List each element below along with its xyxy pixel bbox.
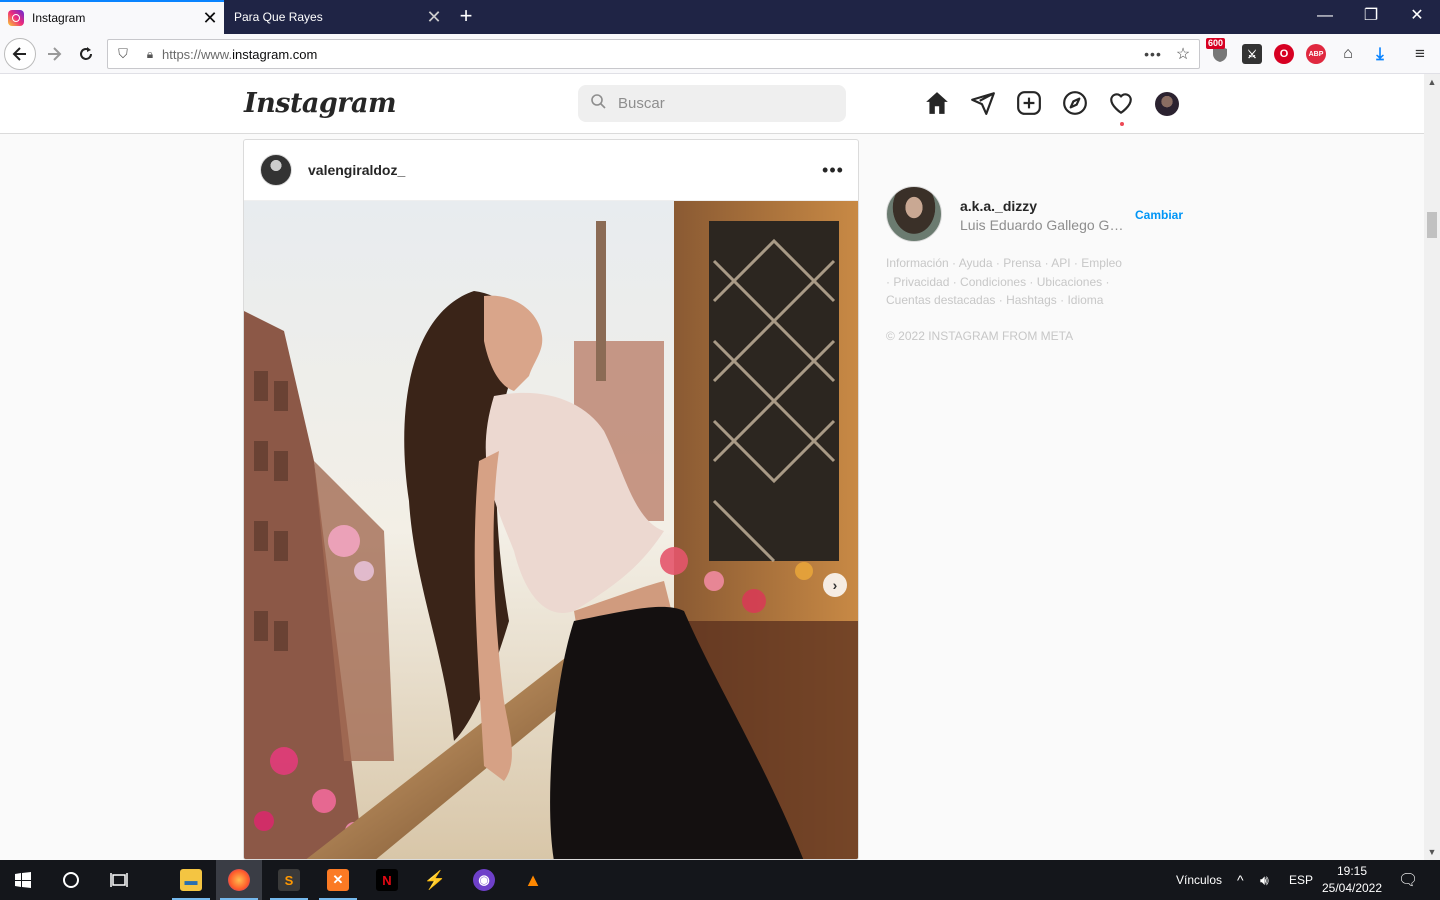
tab-instagram[interactable]: Instagram ✕ <box>0 0 224 34</box>
footer-link-help[interactable]: Ayuda <box>959 256 993 270</box>
close-tab-icon[interactable]: ✕ <box>420 8 448 26</box>
footer-link-press[interactable]: Prensa <box>1003 256 1041 270</box>
search-box[interactable] <box>578 85 846 122</box>
notification-dot <box>1120 122 1124 126</box>
new-tab-icon[interactable]: + <box>452 4 480 30</box>
post-username[interactable]: valengiraldoz_ <box>308 162 808 178</box>
close-tab-icon[interactable]: ✕ <box>196 9 224 27</box>
instagram-favicon-icon <box>8 10 24 26</box>
current-full-name: Luis Eduardo Gallego Garcia <box>960 217 1128 233</box>
page-scrollbar[interactable]: ▲ ▼ <box>1424 74 1440 860</box>
xampp-icon[interactable]: ✕ <box>315 860 361 900</box>
scroll-down-icon[interactable]: ▼ <box>1424 844 1440 860</box>
power-tool-icon[interactable]: ⚡ <box>412 860 458 900</box>
home-icon[interactable] <box>924 90 952 118</box>
url-text[interactable]: https://www.instagram.com <box>162 47 1139 62</box>
address-bar[interactable]: ⛉ 🔒︎ https://www.instagram.com ••• ☆ <box>107 39 1200 69</box>
sublime-text-icon[interactable]: S <box>266 860 312 900</box>
feed-post: valengiraldoz_ ••• › <box>243 139 859 860</box>
copyright-text: © 2022 INSTAGRAM FROM META <box>886 329 1074 343</box>
extension-badge: 600 <box>1206 38 1226 49</box>
vlc-icon[interactable]: ▲ <box>510 860 556 900</box>
instagram-logo[interactable]: Instagram <box>244 88 397 119</box>
footer-link-locations[interactable]: Ubicaciones <box>1037 275 1102 289</box>
footer-link-api[interactable]: API <box>1051 256 1070 270</box>
tab-title: Instagram <box>32 11 86 25</box>
cortana-search-icon[interactable] <box>48 860 94 900</box>
page-actions-icon[interactable]: ••• <box>1139 46 1167 62</box>
search-input[interactable] <box>618 95 818 112</box>
netflix-icon[interactable]: N <box>364 860 410 900</box>
extension-ublock-icon[interactable]: O <box>1274 44 1294 64</box>
footer-link-top-accounts[interactable]: Cuentas destacadas <box>886 293 995 307</box>
home-browser-icon[interactable]: ⌂ <box>1338 44 1358 64</box>
footer-link-privacy[interactable]: Privacidad <box>893 275 949 289</box>
close-window-icon[interactable]: ✕ <box>1394 0 1440 34</box>
adblock-plus-icon[interactable]: ABP <box>1306 44 1326 64</box>
switch-account-button[interactable]: Cambiar <box>1135 208 1183 222</box>
footer-link-terms[interactable]: Condiciones <box>960 275 1026 289</box>
windows-taskbar: ▬ S ✕ N ⚡ ◉ ▲ Vínculos ^ 🔊︎ ESP 19:15 25… <box>0 860 1440 900</box>
instagram-header: Instagram <box>0 74 1424 134</box>
current-user-avatar[interactable] <box>886 186 942 242</box>
activity-heart-icon[interactable] <box>1108 90 1136 126</box>
tab-para-que-rayes[interactable]: Para Que Rayes ✕ <box>226 0 448 34</box>
restore-window-icon[interactable]: ❐ <box>1348 0 1394 34</box>
footer-links: Información · Ayuda · Prensa · API · Emp… <box>886 256 1122 307</box>
search-icon <box>578 93 618 114</box>
language-indicator[interactable]: ESP <box>1289 860 1313 900</box>
clock[interactable]: 19:15 25/04/2022 <box>1318 863 1386 897</box>
tracking-shield-icon[interactable]: ⛉ <box>108 46 138 62</box>
extension-blocker-icon[interactable]: 600 <box>1206 38 1230 64</box>
footer-link-hashtags[interactable]: Hashtags <box>1006 293 1057 307</box>
menu-hamburger-icon[interactable]: ≡ <box>1410 44 1430 64</box>
windows-start-icon[interactable] <box>0 860 46 900</box>
scroll-thumb[interactable] <box>1427 212 1437 238</box>
footer-link-jobs[interactable]: Empleo <box>1081 256 1122 270</box>
bookmark-star-icon[interactable]: ☆ <box>1167 44 1199 64</box>
reload-icon[interactable] <box>70 38 102 70</box>
post-header: valengiraldoz_ ••• <box>244 140 858 201</box>
browser-tab-bar: Instagram ✕ Para Que Rayes ✕ + — ❐ ✕ <box>0 0 1440 34</box>
tab-title: Para Que Rayes <box>234 10 323 24</box>
direct-icon[interactable] <box>970 90 998 118</box>
action-center-icon[interactable]: 🗨︎ <box>1398 860 1418 900</box>
new-post-icon[interactable] <box>1016 90 1044 118</box>
file-explorer-icon[interactable]: ▬ <box>168 860 214 900</box>
browser-nav-bar: ⛉ 🔒︎ https://www.instagram.com ••• ☆ 600… <box>0 34 1440 74</box>
explore-icon[interactable] <box>1062 90 1090 118</box>
footer-link-language[interactable]: Idioma <box>1067 293 1103 307</box>
clock-date: 25/04/2022 <box>1321 881 1383 895</box>
back-arrow-icon[interactable] <box>4 38 36 70</box>
downloads-icon[interactable]: ⤓ <box>1370 44 1390 64</box>
extension-dark-icon[interactable]: ⚔ <box>1242 44 1262 64</box>
post-photo-image <box>244 201 858 859</box>
more-options-icon[interactable]: ••• <box>808 160 858 181</box>
post-author-avatar[interactable] <box>260 154 292 186</box>
links-toolbar-label[interactable]: Vínculos <box>1176 860 1222 900</box>
github-desktop-icon[interactable]: ◉ <box>461 860 507 900</box>
volume-icon[interactable]: 🔊︎ <box>1260 860 1269 900</box>
minimize-window-icon[interactable]: — <box>1302 0 1348 34</box>
current-username[interactable]: a.k.a._dizzy <box>960 198 1037 214</box>
footer-link-info[interactable]: Información <box>886 256 949 270</box>
forward-arrow-icon[interactable] <box>38 38 70 70</box>
firefox-icon[interactable] <box>216 860 262 900</box>
scroll-up-icon[interactable]: ▲ <box>1424 74 1440 90</box>
tray-expand-icon[interactable]: ^ <box>1237 860 1244 900</box>
next-slide-icon[interactable]: › <box>823 573 847 597</box>
lock-icon[interactable]: 🔒︎ <box>138 47 162 62</box>
clock-time: 19:15 <box>1336 864 1368 878</box>
profile-avatar[interactable] <box>1155 92 1179 116</box>
task-view-icon[interactable] <box>96 860 142 900</box>
post-photo[interactable]: › <box>244 201 858 859</box>
